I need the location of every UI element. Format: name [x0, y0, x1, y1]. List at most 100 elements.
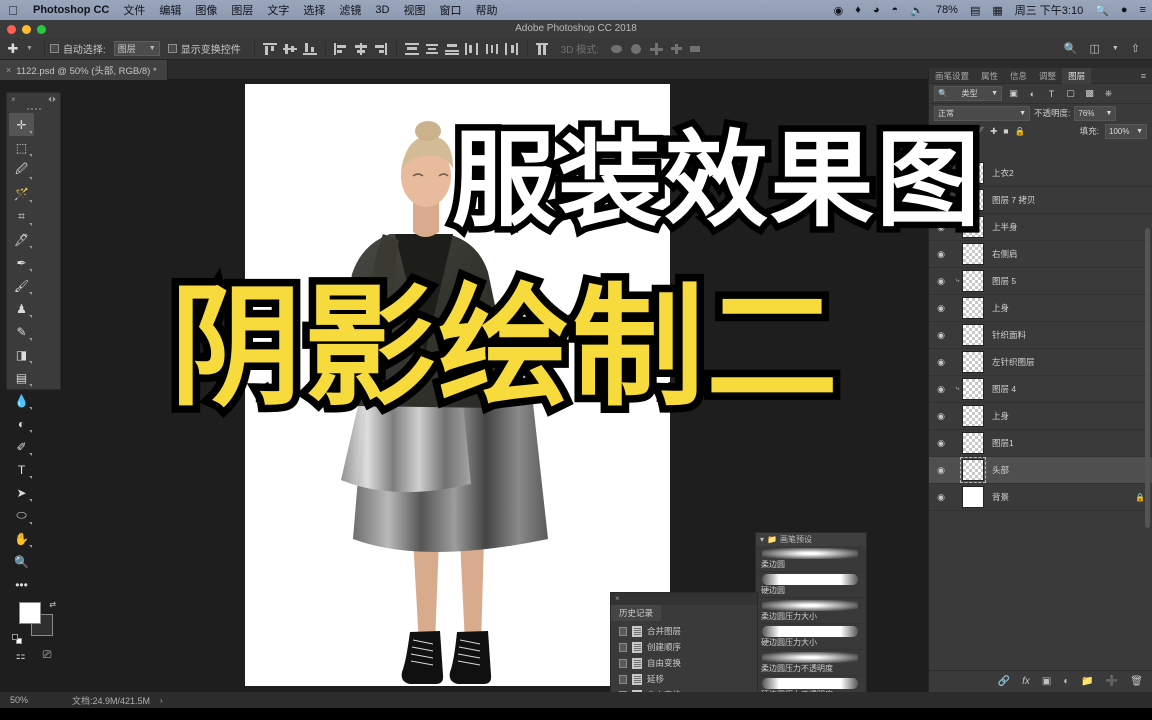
- 3d-pan-icon[interactable]: [648, 41, 666, 57]
- foreground-color-swatch[interactable]: [19, 602, 41, 624]
- layer-row[interactable]: ◉ 图层1: [929, 430, 1152, 457]
- dock-tab-4[interactable]: 图层: [1062, 67, 1092, 84]
- pixel-filter-icon[interactable]: ▣: [1006, 88, 1021, 99]
- layer-row[interactable]: ◉ 上身: [929, 295, 1152, 322]
- layer-name[interactable]: 上衣2: [992, 167, 1014, 179]
- menu-window[interactable]: 窗口: [432, 2, 468, 18]
- document-tab[interactable]: × 1122.psd @ 50% (头部, RGB/8) *: [0, 60, 168, 80]
- brush-preset-item[interactable]: 柔边圆: [756, 546, 866, 572]
- brush-preset-item[interactable]: 硬边圆: [756, 572, 866, 598]
- lock-all-icon[interactable]: 🔒: [1014, 126, 1025, 137]
- close-icon[interactable]: ×: [615, 594, 620, 603]
- new-group-icon[interactable]: 📁: [1081, 676, 1093, 687]
- volume-icon[interactable]: 🔈: [904, 4, 930, 17]
- layer-name[interactable]: 右侧肩: [992, 248, 1018, 260]
- layer-thumbnail[interactable]: [962, 405, 984, 427]
- record-status-icon[interactable]: ◉: [828, 4, 850, 17]
- lock-position-icon[interactable]: ✚: [990, 126, 997, 137]
- layer-visibility-eye-icon[interactable]: ◉: [929, 384, 953, 395]
- layer-row[interactable]: ◉ 头部: [929, 457, 1152, 484]
- close-icon[interactable]: ×: [6, 65, 11, 75]
- search-icon[interactable]: 🔍: [1089, 4, 1115, 17]
- tool-preset-chevron-icon[interactable]: ▼: [26, 45, 39, 52]
- 3d-orbit-icon[interactable]: [608, 41, 626, 57]
- quick-mask-icon[interactable]: ⚏: [16, 649, 26, 662]
- layer-visibility-eye-icon[interactable]: ◉: [929, 303, 953, 314]
- align-top-edges-icon[interactable]: [261, 41, 279, 57]
- tools-panel[interactable]: × ⏴⏵ ✛ ⬚ 🖉 🪄 ⌗ 🖋 ✒ 🖌 ♟ ✎ ◨ ▤ 💧 ◐ ✐ T ➤ ⬭ ✋ 🔍 ••• ⇄ ⚏ ⎚: [6, 92, 61, 662]
- brush-panel-header[interactable]: ▾ 📁 画笔预设: [756, 533, 866, 546]
- distribute-left-edges-icon[interactable]: [463, 41, 481, 57]
- hand-tool[interactable]: ✋: [9, 527, 34, 550]
- 3d-roll-icon[interactable]: [628, 41, 646, 57]
- tool-grid[interactable]: ✛ ⬚ 🖉 🪄 ⌗ 🖋 ✒ 🖌 ♟ ✎ ◨ ▤ 💧 ◐ ✐ T ➤ ⬭ ✋ 🔍 •••: [7, 112, 60, 597]
- auto-select-checkbox[interactable]: [49, 44, 59, 53]
- layer-row[interactable]: ◉ 背景 🔒: [929, 484, 1152, 511]
- battery-icon[interactable]: ▤: [964, 4, 986, 17]
- menu-layer[interactable]: 图层: [224, 2, 260, 18]
- wifi-icon[interactable]: ◓: [886, 4, 905, 16]
- shape-filter-icon[interactable]: ▢: [1063, 88, 1078, 99]
- layer-name[interactable]: 上半身: [992, 221, 1018, 233]
- crop-tool[interactable]: ⌗: [9, 205, 34, 228]
- collapse-icon[interactable]: ⏴⏵: [48, 95, 56, 105]
- distribute-options-icon[interactable]: [534, 41, 552, 57]
- dodge-tool[interactable]: ◐: [9, 412, 34, 435]
- opacity-input[interactable]: 76% ▼: [1074, 105, 1117, 121]
- layer-mask-icon[interactable]: ▣: [1042, 676, 1051, 687]
- apple-icon[interactable]: : [0, 3, 26, 18]
- input-source-icon[interactable]: ▦: [986, 4, 1008, 17]
- layer-thumbnail[interactable]: [962, 378, 984, 400]
- layer-name[interactable]: 图层1: [992, 437, 1014, 449]
- adjustment-layer-icon[interactable]: ◐: [1063, 676, 1069, 687]
- layers-scrollbar[interactable]: [1145, 228, 1150, 528]
- adjustment-filter-icon[interactable]: ◐: [1025, 89, 1040, 99]
- layer-row[interactable]: ◉ ⤷ 图层 5: [929, 268, 1152, 295]
- marquee-tool[interactable]: ⬚: [9, 136, 34, 159]
- healing-brush-tool[interactable]: ✒: [9, 251, 34, 274]
- layer-name[interactable]: 图层 4: [992, 383, 1016, 395]
- chevron-down-icon[interactable]: ▼: [1106, 45, 1125, 52]
- history-brush-source-toggle[interactable]: [619, 658, 627, 668]
- show-transform-checkbox[interactable]: [167, 44, 177, 53]
- move-tool-icon[interactable]: ✚: [0, 41, 26, 57]
- layer-row[interactable]: ◉ ⤷ 图层 4: [929, 376, 1152, 403]
- layer-name[interactable]: 上身: [992, 410, 1009, 422]
- history-brush-source-toggle[interactable]: [619, 674, 627, 684]
- dock-tab-3[interactable]: 调整: [1033, 68, 1062, 84]
- distribute-horizontal-centers-icon[interactable]: [483, 41, 501, 57]
- menu-3d[interactable]: 3D: [368, 4, 396, 16]
- align-horizontal-centers-icon[interactable]: [352, 41, 370, 57]
- layer-name[interactable]: 背景: [992, 491, 1009, 503]
- fill-input[interactable]: 100% ▼: [1105, 123, 1147, 139]
- brush-preset-item[interactable]: 硬边圆压力大小: [756, 624, 866, 650]
- layer-name[interactable]: 图层 5: [992, 275, 1016, 287]
- align-right-edges-icon[interactable]: [372, 41, 390, 57]
- layer-thumbnail[interactable]: [962, 270, 984, 292]
- eraser-tool[interactable]: ◨: [9, 343, 34, 366]
- layer-name[interactable]: 上身: [992, 302, 1009, 314]
- brush-preset-item[interactable]: 柔边圆压力大小: [756, 598, 866, 624]
- chevron-down-icon[interactable]: ▾: [760, 535, 764, 544]
- layer-thumbnail[interactable]: [962, 432, 984, 454]
- control-center-icon[interactable]: ≡: [1134, 4, 1152, 16]
- layer-row[interactable]: ◉ 针织面料: [929, 322, 1152, 349]
- layer-filter-kind-dropdown[interactable]: 🔍 类型 ▼: [934, 86, 1002, 101]
- menu-app-name[interactable]: Photoshop CC: [26, 4, 116, 16]
- gradient-tool[interactable]: ▤: [9, 366, 34, 389]
- layer-visibility-eye-icon[interactable]: ◉: [929, 438, 953, 449]
- layer-visibility-eye-icon[interactable]: ◉: [929, 330, 953, 341]
- history-state-row[interactable]: 创建顺序: [611, 639, 757, 655]
- zoom-level[interactable]: 50%: [0, 695, 62, 705]
- align-bottom-edges-icon[interactable]: [301, 41, 319, 57]
- menu-filter[interactable]: 滤镜: [332, 2, 368, 18]
- history-state-row[interactable]: 延移: [611, 671, 757, 687]
- color-swatches[interactable]: ⇄: [7, 600, 60, 646]
- layer-thumbnail[interactable]: [962, 486, 984, 508]
- layer-name[interactable]: 图层 7 拷贝: [992, 194, 1035, 206]
- menu-type[interactable]: 文字: [260, 2, 296, 18]
- filter-toggle-icon[interactable]: ⎈: [1101, 88, 1116, 99]
- dock-tab-0[interactable]: 画笔设置: [929, 68, 975, 84]
- layer-row[interactable]: ◉ 右侧肩: [929, 241, 1152, 268]
- layer-name[interactable]: 头部: [992, 464, 1009, 476]
